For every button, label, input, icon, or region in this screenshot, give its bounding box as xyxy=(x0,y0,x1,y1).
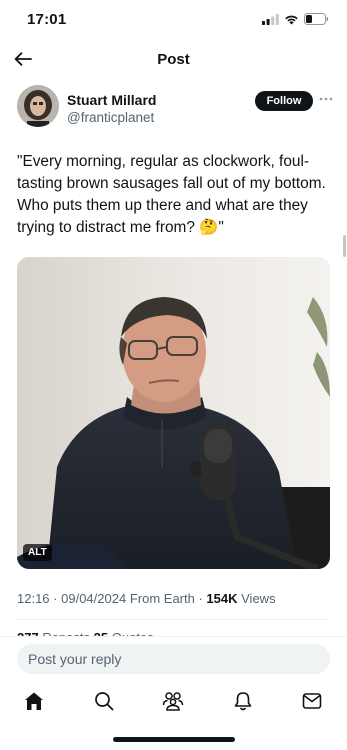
views-count: 154K xyxy=(206,591,238,606)
tab-home[interactable] xyxy=(22,689,46,713)
tweet-media[interactable]: ALT xyxy=(17,257,330,569)
tab-search[interactable] xyxy=(92,689,116,713)
home-icon xyxy=(25,692,43,710)
search-icon xyxy=(95,692,114,711)
more-dots-icon xyxy=(319,97,333,101)
wifi-icon xyxy=(285,15,298,24)
notifications-icon xyxy=(234,692,252,711)
author-name[interactable]: Stuart Millard xyxy=(67,92,156,108)
cellular-signal-icon xyxy=(262,13,279,25)
page-title: Post xyxy=(157,51,190,68)
tab-communities[interactable] xyxy=(161,689,185,713)
avatar[interactable] xyxy=(17,85,59,127)
author-handle[interactable]: @franticplanet xyxy=(67,110,154,125)
more-options-button[interactable] xyxy=(317,91,335,107)
tab-messages[interactable] xyxy=(300,689,324,713)
media-photo xyxy=(17,257,330,569)
home-indicator[interactable] xyxy=(113,737,235,742)
tweet-time: 12:16 xyxy=(17,591,50,606)
tweet-meta: 12:16 · 09/04/2024 From Earth · 154K Vie… xyxy=(17,591,276,606)
communities-icon xyxy=(162,692,184,711)
divider xyxy=(17,619,330,620)
tab-bar xyxy=(0,689,347,717)
status-icons xyxy=(262,13,329,25)
tab-notifications[interactable] xyxy=(231,689,255,713)
status-bar: 17:01 xyxy=(0,0,347,40)
nav-bar: Post xyxy=(0,40,347,78)
status-time: 17:01 xyxy=(27,11,67,28)
tweet-text: "Every morning, regular as clockwork, fo… xyxy=(17,153,326,236)
battery-icon xyxy=(304,13,329,25)
tweet-date: 09/04/2024 xyxy=(61,591,127,606)
avatar-image xyxy=(17,85,59,127)
scrollbar-thumb[interactable] xyxy=(343,235,346,257)
follow-button[interactable]: Follow xyxy=(255,91,313,111)
messages-icon xyxy=(302,693,322,709)
bottom-area xyxy=(0,636,347,750)
views-label: Views xyxy=(241,591,276,606)
author-row: Stuart Millard @franticplanet Follow xyxy=(17,85,337,133)
alt-text-badge[interactable]: ALT xyxy=(23,544,52,561)
reply-input[interactable] xyxy=(17,644,330,674)
tweet-source: From Earth xyxy=(129,591,195,606)
